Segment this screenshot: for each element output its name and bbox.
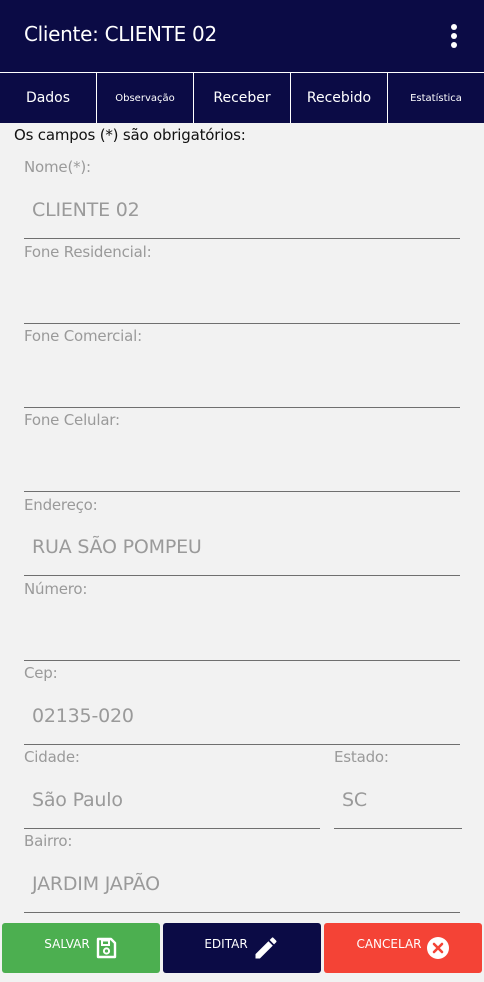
- tab-bar: Dados Observação Receber Recebido Estatí…: [0, 72, 484, 123]
- cancel-circle-icon: [426, 937, 449, 959]
- numero-underline: [24, 660, 460, 661]
- estado-underline: [334, 828, 462, 829]
- pencil-icon: [255, 937, 277, 959]
- nome-label: Nome(*):: [24, 158, 91, 176]
- cancelar-label: CANCELAR: [356, 937, 422, 951]
- nome-input[interactable]: CLIENTE 02: [32, 199, 140, 221]
- fone-residencial-underline: [24, 323, 460, 324]
- tab-observacao[interactable]: Observação: [97, 72, 194, 123]
- estado-input[interactable]: SC: [342, 789, 367, 811]
- endereco-underline: [24, 575, 460, 576]
- fone-celular-label: Fone Celular:: [24, 411, 120, 429]
- fone-celular-underline: [24, 491, 460, 492]
- estado-label: Estado:: [334, 748, 389, 766]
- more-vert-icon[interactable]: [450, 24, 458, 48]
- cancelar-button[interactable]: CANCELAR: [324, 923, 482, 973]
- cidade-input[interactable]: São Paulo: [32, 789, 123, 811]
- cep-input[interactable]: 02135-020: [32, 705, 134, 727]
- salvar-button[interactable]: SALVAR: [2, 923, 160, 973]
- fone-comercial-underline: [24, 407, 460, 408]
- bairro-underline: [24, 912, 460, 913]
- tab-estatistica[interactable]: Estatística: [388, 72, 484, 123]
- fone-residencial-label: Fone Residencial:: [24, 243, 152, 261]
- bairro-input[interactable]: JARDIM JAPÃO: [32, 873, 160, 895]
- cidade-underline: [24, 828, 320, 829]
- endereco-input[interactable]: RUA SÃO POMPEU: [32, 536, 202, 558]
- app-bar: Cliente: CLIENTE 02: [0, 0, 484, 72]
- editar-button[interactable]: EDITAR: [163, 923, 321, 973]
- cep-label: Cep:: [24, 664, 58, 682]
- tab-receber[interactable]: Receber: [194, 72, 291, 123]
- page-title: Cliente: CLIENTE 02: [24, 22, 217, 46]
- fone-comercial-label: Fone Comercial:: [24, 327, 142, 345]
- cep-underline: [24, 744, 460, 745]
- salvar-label: SALVAR: [44, 937, 90, 951]
- numero-label: Número:: [24, 580, 88, 598]
- tab-recebido[interactable]: Recebido: [291, 72, 388, 123]
- cidade-label: Cidade:: [24, 748, 80, 766]
- editar-label: EDITAR: [204, 937, 248, 951]
- tab-dados[interactable]: Dados: [0, 72, 97, 123]
- save-icon: [96, 937, 116, 959]
- endereco-label: Endereço:: [24, 496, 98, 514]
- required-fields-note: Os campos (*) são obrigatórios:: [14, 126, 246, 144]
- bairro-label: Bairro:: [24, 832, 73, 850]
- nome-underline: [24, 238, 460, 239]
